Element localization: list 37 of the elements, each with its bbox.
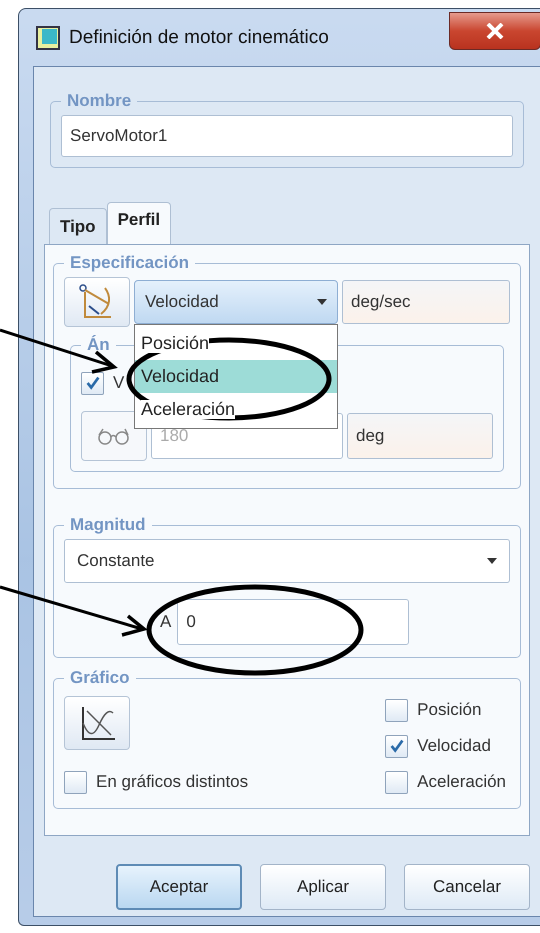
window-title: Definición de motor cinemático <box>69 26 329 48</box>
checkbox[interactable] <box>385 698 408 722</box>
dialog-button[interactable]: Aceptar <box>116 864 242 910</box>
checkbox-label: Velocidad <box>417 736 491 756</box>
close-icon <box>485 23 505 39</box>
graph-button[interactable] <box>64 696 130 750</box>
group-label: Gráfico <box>69 668 131 688</box>
checkbox-label: En gráficos distintos <box>96 772 248 792</box>
caret-icon <box>487 558 497 564</box>
magnitude-dropdown[interactable]: Constante <box>64 539 510 583</box>
specification-dropdown[interactable]: Velocidad <box>134 280 338 324</box>
group-label: Especificación <box>69 253 190 273</box>
checkbox-label: Posición <box>417 700 482 720</box>
app-icon <box>35 24 61 50</box>
tab[interactable]: Tipo <box>49 208 107 244</box>
dropdown-option[interactable]: Velocidad <box>135 360 337 393</box>
unit-field: deg <box>347 413 493 459</box>
tab[interactable]: Perfil <box>106 202 172 244</box>
group-label: Magnitud <box>69 515 147 535</box>
checkbox-label: V <box>113 373 124 393</box>
name-field[interactable]: ServoMotor1 <box>61 115 513 157</box>
group-label: Nombre <box>66 91 132 111</box>
value-field[interactable]: 0 <box>177 599 410 645</box>
profile-button[interactable] <box>64 277 130 327</box>
unit-field: deg/sec <box>342 280 510 324</box>
checkbox[interactable] <box>385 770 408 794</box>
caret-icon <box>317 299 327 305</box>
checkmark-icon <box>84 374 102 392</box>
dialog-button[interactable]: Aplicar <box>260 864 386 910</box>
group-label: Án <box>86 335 111 355</box>
checkbox[interactable] <box>64 770 87 794</box>
checkbox-label: Aceleración <box>417 772 506 792</box>
close-button[interactable] <box>449 12 540 50</box>
dialog-button[interactable]: Cancelar <box>404 864 530 910</box>
checkmark-icon <box>388 737 406 755</box>
checkbox[interactable] <box>385 734 408 758</box>
field-label: A <box>160 612 172 632</box>
